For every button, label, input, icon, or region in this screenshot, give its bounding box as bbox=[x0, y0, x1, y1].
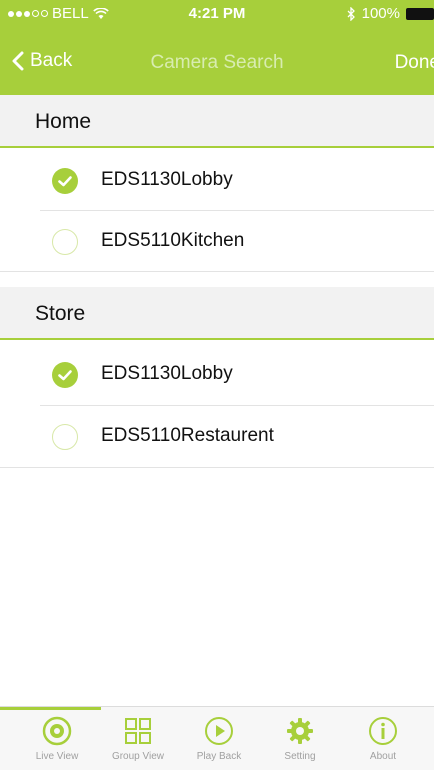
section-header-store: Store bbox=[0, 287, 434, 340]
checkmark-icon[interactable] bbox=[52, 168, 78, 194]
tab-live-view[interactable]: Live View bbox=[14, 713, 100, 768]
camera-name: EDS5110Kitchen bbox=[101, 230, 245, 251]
live-view-icon bbox=[42, 716, 72, 746]
camera-row[interactable]: EDS1130Lobby bbox=[0, 344, 434, 404]
unchecked-circle-icon[interactable] bbox=[52, 424, 78, 450]
tab-label: Group View bbox=[111, 751, 165, 762]
app-header: BELL 4:21 PM 100% Back Camera Search Don… bbox=[0, 0, 434, 95]
tab-label: Setting bbox=[284, 751, 316, 762]
unchecked-circle-icon[interactable] bbox=[52, 229, 78, 255]
info-icon bbox=[369, 717, 397, 745]
camera-row[interactable]: EDS1130Lobby bbox=[0, 150, 434, 210]
battery-status: 100% bbox=[347, 5, 434, 22]
tab-setting[interactable]: Setting bbox=[257, 713, 343, 768]
camera-row[interactable]: EDS5110Restaurent bbox=[0, 406, 434, 466]
battery-icon bbox=[406, 7, 434, 20]
tab-label: About bbox=[369, 751, 397, 762]
tab-label: Live View bbox=[35, 751, 79, 762]
row-divider bbox=[0, 467, 434, 468]
checkmark-icon[interactable] bbox=[52, 362, 78, 388]
section-header-home: Home bbox=[0, 95, 434, 148]
row-divider bbox=[0, 271, 434, 272]
camera-name: EDS5110Restaurent bbox=[101, 425, 274, 446]
page-title: Camera Search bbox=[150, 52, 284, 73]
status-bar: BELL 4:21 PM 100% bbox=[0, 0, 434, 28]
tab-label: Play Back bbox=[196, 751, 242, 762]
tab-play-back[interactable]: Play Back bbox=[176, 713, 262, 768]
tab-bar: Live View Group View Play Back Setting A… bbox=[0, 706, 434, 770]
camera-row[interactable]: EDS5110Kitchen bbox=[0, 211, 434, 271]
battery-percent: 100% bbox=[361, 5, 400, 22]
play-back-icon bbox=[205, 717, 233, 745]
done-button[interactable]: Done bbox=[395, 52, 434, 74]
camera-name: EDS1130Lobby bbox=[101, 363, 233, 384]
active-tab-indicator bbox=[0, 707, 101, 710]
tab-about[interactable]: About bbox=[340, 713, 426, 768]
nav-bar: Back Camera Search Done bbox=[0, 40, 434, 84]
gear-icon bbox=[287, 718, 313, 744]
bluetooth-icon bbox=[347, 6, 355, 21]
group-view-icon bbox=[125, 718, 151, 744]
tab-group-view[interactable]: Group View bbox=[95, 713, 181, 768]
camera-name: EDS1130Lobby bbox=[101, 169, 233, 190]
